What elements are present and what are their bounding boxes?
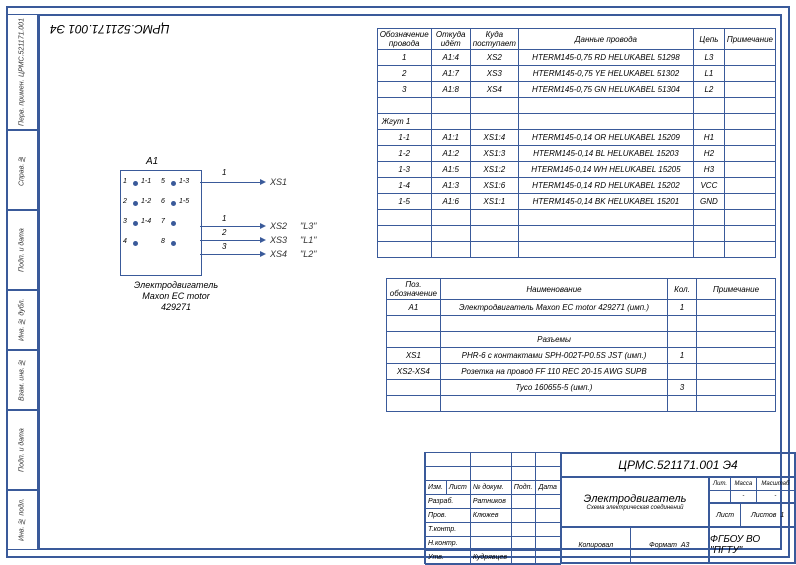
tb-org: ФГБОУ ВО "ПГТУ" <box>709 527 795 563</box>
wire-table: Обозначение проводаОткуда идётКуда посту… <box>377 28 776 258</box>
signatures-table: Изм.Лист№ докум.Подп.Дата Разраб.Ратнико… <box>425 452 561 565</box>
wire-bundle <box>200 182 260 183</box>
top-docnum-rotated: ЦРМС.521171.001 Э4 <box>50 22 169 36</box>
arrow-xs1 <box>260 179 266 185</box>
lbl-sprav: Справ. № <box>7 131 37 209</box>
connector-a1: 11-1 21-2 31-4 4 51-3 61-5 7 8 <box>120 170 202 276</box>
lbl-podp-data1: Подп. и дата <box>7 411 37 489</box>
lbl-podp-data2: Подп. и дата <box>7 211 37 289</box>
lbl-inv-dubl: Инв. № дубл. <box>7 291 37 349</box>
xs1-label: XS1 <box>270 177 287 187</box>
wnum-1: 1 <box>222 168 226 177</box>
lbl-vzam: Взам. инв. № <box>7 351 37 409</box>
lbl-inv-podl: Инв. № подл. <box>7 491 37 549</box>
parts-table: Поз. обозначениеНаименованиеКол.Примечан… <box>386 278 776 412</box>
lbl-perv: Перв. примен. ЦРМС.521171.001 <box>7 15 37 129</box>
motor-ref: А1 <box>146 156 158 167</box>
title-block: Изм.Лист№ докум.Подп.Дата Разраб.Ратнико… <box>424 452 796 564</box>
left-strip: Инв. № подл. Подп. и дата Взам. инв. № И… <box>6 14 38 550</box>
motor-caption: ЭлектродвигательMaxon EC motor429271 <box>106 280 246 312</box>
tb-title: Электродвигатель Схема электрическая сое… <box>561 477 709 527</box>
tb-docnum: ЦРМС.521171.001 Э4 <box>561 453 795 477</box>
